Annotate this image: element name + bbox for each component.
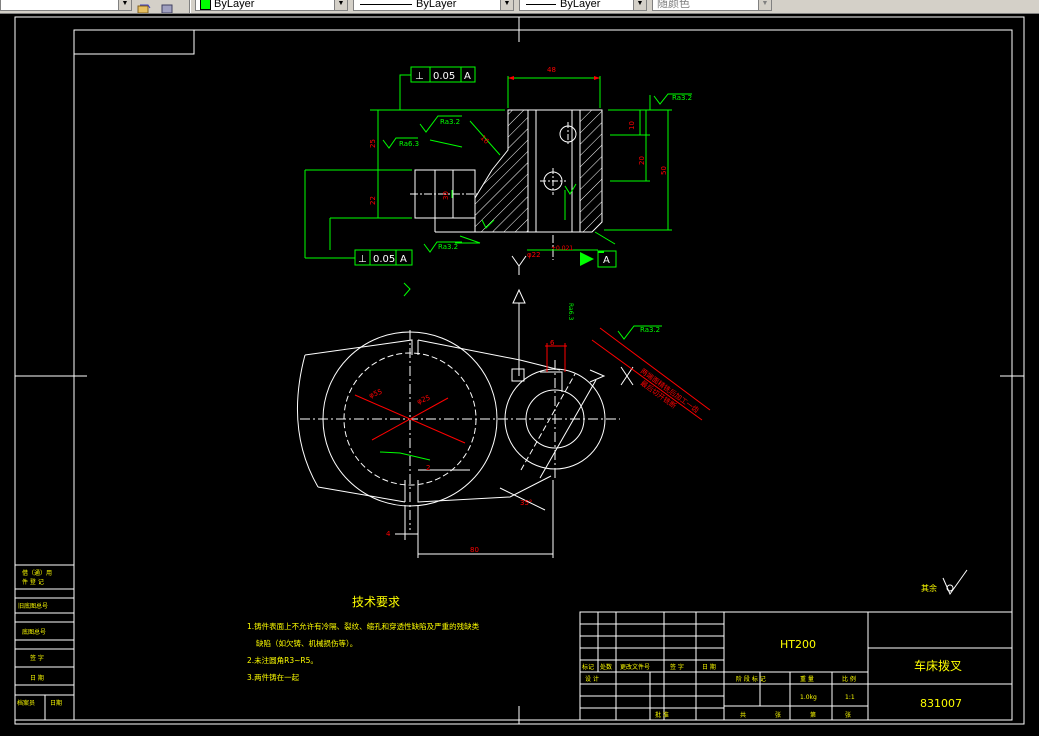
dim-diameter: φ55 <box>368 388 383 400</box>
block-label: 重 量 <box>800 675 814 683</box>
lineweight-preview <box>526 3 556 5</box>
linetype-label: ByLayer <box>416 0 457 10</box>
chevron-down-icon[interactable]: ▼ <box>633 0 646 10</box>
roughness-label: Ra3.2 <box>440 118 460 126</box>
rev-label: 签 字 <box>670 663 684 671</box>
tolerance-datum: A <box>400 254 407 265</box>
drawing-canvas[interactable]: Ra3.2 Ra6.3 Ra3.2 Ra3.2 Ra3.2 Ra6.3 ⊥ 0.… <box>0 14 1039 736</box>
front-view <box>297 330 634 530</box>
rev-label: 更改文件号 <box>620 663 650 671</box>
dim-value: 80 <box>470 546 479 554</box>
tolerance-datum: A <box>464 71 471 82</box>
roughness-label: Ra6.3 <box>399 140 419 148</box>
tolerance-symbol: ⊥ <box>415 71 424 82</box>
roughness-label: Ra3.2 <box>438 243 458 251</box>
chevron-down-icon[interactable]: ▼ <box>118 0 131 10</box>
left-margin-table <box>14 564 75 721</box>
layer-previous-icon[interactable] <box>137 0 151 13</box>
color-label: ByLayer <box>214 0 255 10</box>
rest-roughness-icon <box>942 569 968 596</box>
margin-label: 借（通）用 <box>22 569 52 577</box>
scale-value: 1:1 <box>845 694 855 701</box>
rest-label: 其余 <box>921 583 937 593</box>
block-label: 比 例 <box>842 675 856 683</box>
color-swatch <box>200 0 211 10</box>
margin-label: 件 登 记 <box>22 578 44 586</box>
front-dimensions <box>395 469 554 558</box>
tolerance-symbol: ⊥ <box>358 254 367 265</box>
tech-line: 3.两件铸在一起 <box>247 672 300 682</box>
dim-value: 22 <box>369 196 377 205</box>
dim-bore: φ22 <box>527 251 541 259</box>
datum-marker <box>598 251 604 253</box>
section-dimensions <box>304 66 672 268</box>
lineweight-combo[interactable]: ByLayer ▼ <box>519 0 647 11</box>
material: HT200 <box>780 638 816 651</box>
margin-label: 日 期 <box>30 674 44 682</box>
drawing-number: 831007 <box>920 697 962 710</box>
margin-label: 签 字 <box>30 654 44 662</box>
lineweight-label: ByLayer <box>560 0 601 10</box>
linetype-combo[interactable]: ByLayer ▼ <box>353 0 514 11</box>
tech-line: 缺陷（如欠铸、机械损伤等）。 <box>256 638 357 648</box>
chevron-down-icon[interactable]: ▼ <box>500 0 513 10</box>
dim-value: 4 <box>386 530 391 538</box>
dim-width: 48 <box>547 66 556 74</box>
layer-state-icon[interactable] <box>160 0 174 13</box>
dim-value: 20 <box>638 156 646 165</box>
command-line[interactable] <box>0 736 1039 741</box>
tolerance-value: 0.05 <box>373 254 395 265</box>
chevron-down-icon[interactable]: ▼ <box>334 0 347 10</box>
weight-value: 1.0kg <box>800 694 817 701</box>
roughness-label: Ra6.3 <box>567 303 574 320</box>
block-label: 阶 段 标 记 <box>736 675 766 683</box>
rev-label: 日 期 <box>702 663 716 671</box>
color-combo[interactable]: ByLayer ▼ <box>195 0 348 11</box>
margin-label: 档案员 <box>17 699 35 707</box>
dim-value: 6 <box>550 339 555 347</box>
dim-value: 30 <box>442 191 450 200</box>
tech-line: 2.未注圆角R3~R5。 <box>247 655 318 665</box>
layer-combo[interactable]: ▼ <box>0 0 132 11</box>
block-label: 批 准 <box>655 711 669 719</box>
datum-arrow-icon <box>580 252 594 266</box>
block-label: 张 <box>845 711 851 719</box>
roughness-label: Ra3.2 <box>672 94 692 102</box>
block-label: 设 计 <box>585 675 599 683</box>
datum-label: A <box>603 255 610 266</box>
section-view <box>410 109 603 260</box>
dim-value: 50 <box>660 166 668 175</box>
dim-value: 25 <box>369 139 377 148</box>
margin-label: 旧底图总号 <box>18 602 48 610</box>
block-label: 第 <box>810 711 816 719</box>
margin-label: 底图总号 <box>22 628 46 636</box>
margin-label: 日期 <box>50 699 62 707</box>
block-label: 共 <box>740 711 746 719</box>
tech-line: 1.铸件表面上不允许有冷隔、裂纹、缩孔和穿透性缺陷及严重的残缺类 <box>247 621 480 631</box>
rev-label: 处数 <box>600 663 612 671</box>
dim-value: 35° <box>520 499 532 507</box>
plotstyle-label: 随颜色 <box>657 0 690 10</box>
view-arrow <box>511 255 527 376</box>
dim-diameter: φ25 <box>416 394 431 406</box>
block-label: 张 <box>775 711 781 719</box>
linetype-preview <box>360 3 412 5</box>
properties-toolbar: ▼ ByLayer ▼ ByLayer ▼ ByLayer ▼ 随颜色 ▼ <box>0 0 1039 14</box>
tolerance-value: 0.05 <box>433 71 455 82</box>
dim-bore-tol: +0.021 <box>551 245 573 252</box>
rev-label: 标记 <box>582 663 594 671</box>
part-name: 车床拨叉 <box>914 658 962 673</box>
chevron-down-icon[interactable]: ▼ <box>758 0 771 10</box>
plotstyle-combo[interactable]: 随颜色 ▼ <box>652 0 772 11</box>
dim-value: 10 <box>628 121 636 130</box>
dim-value: 2 <box>426 464 430 472</box>
roughness-label: Ra3.2 <box>640 326 660 334</box>
dim-value: 16 <box>479 134 491 146</box>
tech-title: 技术要求 <box>352 595 400 609</box>
